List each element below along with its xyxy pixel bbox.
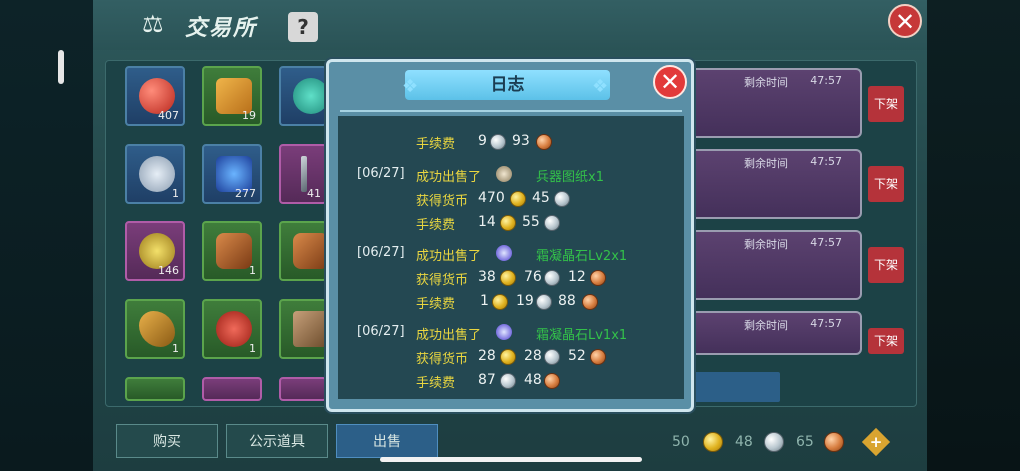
silver-coin-icon xyxy=(764,432,784,452)
inventory-slot[interactable]: 146 xyxy=(125,221,185,281)
off-shelf-button[interactable]: 下架 xyxy=(868,328,904,354)
log-date: [06/27] xyxy=(357,166,405,181)
silver-coin-icon xyxy=(544,349,560,365)
inventory-slot[interactable]: 1 xyxy=(125,144,185,204)
left-backdrop xyxy=(0,0,95,471)
inventory-slot[interactable]: 41 xyxy=(279,144,327,204)
fee-label: 手续费 xyxy=(416,218,456,233)
earn-label: 获得货币 xyxy=(416,273,469,288)
log-date: [06/27] xyxy=(357,324,405,339)
inventory-slot[interactable]: 1 xyxy=(202,299,262,359)
off-shelf-button[interactable]: 下架 xyxy=(868,247,904,283)
gold-coin-icon xyxy=(703,432,723,452)
copper-coin-icon xyxy=(824,432,844,452)
club-icon xyxy=(216,233,252,269)
inventory-slot[interactable] xyxy=(279,299,329,359)
add-currency-button[interactable]: + xyxy=(861,427,891,457)
sale-row[interactable]: 剩余时间 47:57 xyxy=(688,68,862,138)
log-item: 兵器图纸x1 xyxy=(536,170,604,185)
inventory-slot[interactable]: 1 xyxy=(202,221,262,281)
sale-row[interactable]: 剩余时间 47:57 xyxy=(688,230,862,300)
fee-label: 手续费 xyxy=(416,297,456,312)
crystal-icon xyxy=(496,245,512,261)
silver-amount: 48 xyxy=(735,434,753,450)
copper-coin-icon xyxy=(536,134,552,150)
silver-coin-icon xyxy=(544,215,560,231)
orb-icon xyxy=(293,78,329,114)
sale-row[interactable]: 剩余时间 47:57 xyxy=(688,311,862,355)
log-action: 成功出售了 xyxy=(416,170,482,185)
fee-label: 手续费 xyxy=(416,137,456,152)
log-action: 成功出售了 xyxy=(416,328,482,343)
bow-icon xyxy=(293,311,329,347)
off-shelf-button[interactable]: 下架 xyxy=(868,166,904,202)
crystal-icon xyxy=(496,324,512,340)
dialog-title: 日志 xyxy=(490,75,525,95)
gold-coin-icon xyxy=(510,191,526,207)
sale-row[interactable]: 剩余时间 47:57 xyxy=(688,149,862,219)
earn-label: 获得货币 xyxy=(416,194,469,209)
inventory-slot[interactable]: 1 xyxy=(125,299,185,359)
inventory-slot[interactable] xyxy=(279,221,329,281)
inventory-slot[interactable] xyxy=(202,377,262,401)
fee-label: 手续费 xyxy=(416,376,456,391)
earn-label: 获得货币 xyxy=(416,352,469,367)
club-icon xyxy=(293,233,329,269)
side-handle[interactable] xyxy=(58,50,64,84)
log-action: 成功出售了 xyxy=(416,249,482,264)
log-date: [06/27] xyxy=(357,245,405,260)
silver-coin-icon xyxy=(500,373,516,389)
tab-public-items[interactable]: 公示道具 xyxy=(226,424,328,458)
silver-coin-icon xyxy=(554,191,570,207)
copper-coin-icon xyxy=(590,270,606,286)
scale-icon: ⚖ xyxy=(142,10,164,38)
silver-coin-icon xyxy=(536,294,552,310)
gold-coin-icon xyxy=(492,294,508,310)
gold-coin-icon xyxy=(500,270,516,286)
help-button[interactable]: ? xyxy=(288,12,318,42)
right-backdrop xyxy=(925,0,1020,471)
tab-sell[interactable]: 出售 xyxy=(336,424,438,458)
copper-coin-icon xyxy=(544,373,560,389)
inventory-slot[interactable]: 407 xyxy=(125,66,185,126)
inventory-slot[interactable]: 277 xyxy=(202,144,262,204)
gold-amount: 50 xyxy=(672,434,690,450)
inventory-slot[interactable] xyxy=(279,377,327,401)
log-item: 霜凝晶石Lv1x1 xyxy=(536,328,628,343)
blueprint-icon xyxy=(496,166,512,182)
action-bar[interactable] xyxy=(690,372,780,402)
close-dialog-button[interactable]: ✕ xyxy=(653,65,687,99)
gold-coin-icon xyxy=(500,215,516,231)
tab-buy[interactable]: 购买 xyxy=(116,424,218,458)
plus-icon: + xyxy=(869,433,883,451)
copper-coin-icon xyxy=(582,294,598,310)
inventory-slot[interactable]: 19 xyxy=(202,66,262,126)
inventory-slot[interactable] xyxy=(125,377,185,401)
copper-amount: 65 xyxy=(796,434,814,450)
inventory-slot[interactable] xyxy=(279,66,329,126)
shield-icon xyxy=(139,156,175,192)
fish-icon xyxy=(216,311,252,347)
copper-coin-icon xyxy=(590,349,606,365)
log-list[interactable]: 手续费 9 93 [06/27] 成功出售了 兵器图纸x1 获得货币 470 4… xyxy=(338,116,684,399)
home-indicator[interactable] xyxy=(380,457,642,462)
close-window-button[interactable]: ✕ xyxy=(888,4,922,38)
gold-coin-icon xyxy=(500,349,516,365)
dialog-divider xyxy=(340,110,682,112)
log-item: 霜凝晶石Lv2x1 xyxy=(536,249,628,264)
gourd-icon xyxy=(139,311,175,347)
window-title: 交易所 xyxy=(185,16,258,41)
off-shelf-button[interactable]: 下架 xyxy=(868,86,904,122)
silver-coin-icon xyxy=(490,134,506,150)
silver-coin-icon xyxy=(544,270,560,286)
